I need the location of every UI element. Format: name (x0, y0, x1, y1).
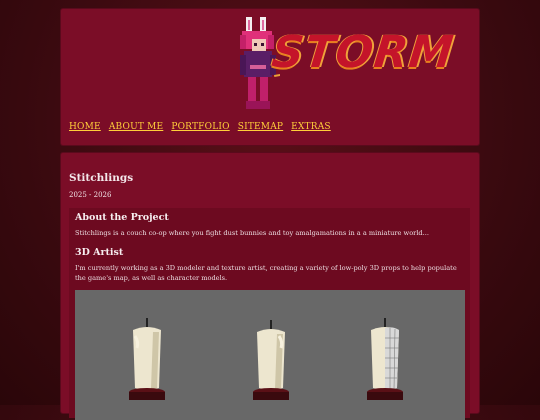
candle-model-icon (253, 320, 289, 400)
nav-sitemap[interactable]: SITEMAP (238, 122, 283, 132)
about-text: Stitchlings is a couch co-op where you f… (75, 229, 429, 237)
candle-render-image (75, 290, 465, 420)
role-heading: 3D Artist (75, 247, 124, 258)
project-title: Stitchlings (69, 172, 134, 184)
header-panel: STORM HOME ABOUT ME PORTFOLIO SITEMAP EX… (61, 9, 479, 145)
logo-wordmark: STORM (269, 27, 457, 78)
nav-portfolio[interactable]: PORTFOLIO (171, 122, 229, 132)
content-panel: Stitchlings 2025 - 2026 About the Projec… (61, 153, 479, 420)
main-nav: HOME ABOUT ME PORTFOLIO SITEMAP EXTRAS (69, 122, 331, 132)
candle-model-icon (129, 318, 165, 400)
project-details: About the Project Stitchlings is a couch… (69, 208, 470, 420)
nav-home[interactable]: HOME (69, 122, 101, 132)
nav-about-me[interactable]: ABOUT ME (109, 122, 164, 132)
site-logo[interactable]: STORM (236, 15, 456, 115)
role-text: I'm currently working as a 3D modeler an… (75, 264, 457, 282)
project-years: 2025 - 2026 (69, 191, 112, 199)
candle-wireframe-icon (367, 318, 403, 400)
about-heading: About the Project (75, 212, 169, 223)
nav-extras[interactable]: EXTRAS (291, 122, 331, 132)
